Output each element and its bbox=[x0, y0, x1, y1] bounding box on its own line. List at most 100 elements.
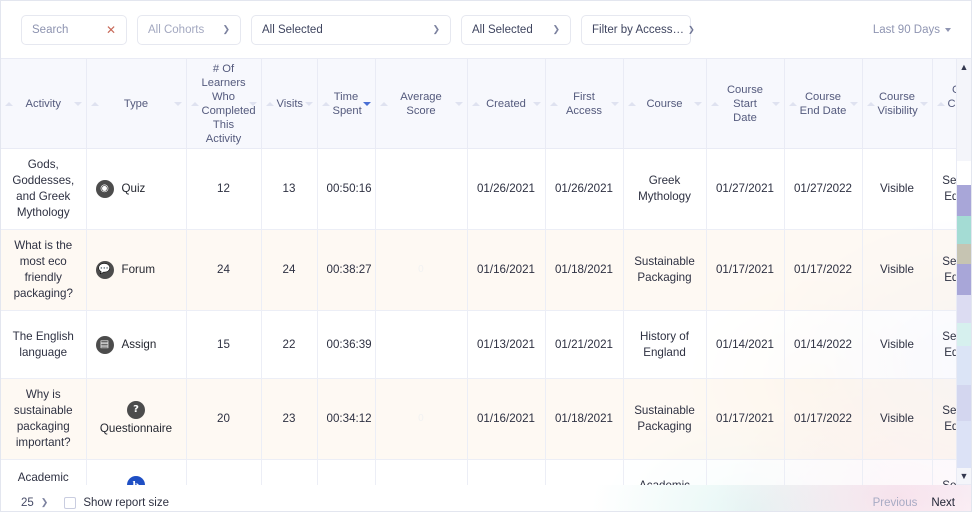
sort-descending-icon[interactable] bbox=[694, 102, 702, 106]
sort-descending-icon[interactable] bbox=[249, 102, 257, 106]
table-header: Activity Type# Of Learners Who Completed … bbox=[1, 59, 956, 149]
cell-first-access: 01/21/2021 bbox=[545, 311, 623, 379]
search-input[interactable]: Search ✕ bbox=[21, 15, 127, 45]
table-row[interactable]: Why is sustainable packaging important??… bbox=[1, 379, 956, 460]
cell-course-end-date: 01/14/2022 bbox=[784, 311, 862, 379]
assign-icon: ▤ bbox=[96, 336, 114, 354]
table-row[interactable]: Gods, Goddesses, and Greek Mythology◉Qui… bbox=[1, 149, 956, 230]
column-header-activity[interactable]: Activity bbox=[1, 59, 86, 149]
sort-ascending-icon[interactable] bbox=[91, 102, 99, 106]
cell-time-spent: 00:36:39 bbox=[317, 311, 375, 379]
chevron-down-icon[interactable]: ▼ bbox=[960, 468, 969, 484]
select-2-dropdown[interactable]: All Selected ❯ bbox=[461, 15, 571, 45]
cell-course-end-date: 01/17/2022 bbox=[784, 230, 862, 311]
sort-ascending-icon[interactable] bbox=[550, 102, 558, 106]
sort-descending-icon[interactable] bbox=[74, 102, 82, 106]
sort-descending-icon[interactable] bbox=[850, 102, 858, 106]
table-row[interactable]: What is the most eco friendly packaging?… bbox=[1, 230, 956, 311]
cell-time-spent: 00:38:27 bbox=[317, 230, 375, 311]
sort-descending-icon[interactable] bbox=[455, 102, 463, 106]
table-row[interactable]: Academic English Groupbbigbluebuttonbn22… bbox=[1, 460, 956, 486]
cell-visits: 13 bbox=[261, 149, 317, 230]
chevron-down-icon: ❯ bbox=[41, 498, 49, 507]
column-header-course[interactable]: Course bbox=[623, 59, 706, 149]
chevron-down-icon: ❯ bbox=[222, 25, 230, 34]
type-label: Forum bbox=[122, 262, 156, 278]
vertical-scrollbar[interactable]: ▲ ▼ bbox=[956, 58, 971, 485]
sort-ascending-icon[interactable] bbox=[711, 102, 719, 106]
column-header-type[interactable]: Type bbox=[86, 59, 186, 149]
column-header-time-spent[interactable]: Time Spent bbox=[317, 59, 375, 149]
questionnaire-icon: ? bbox=[127, 401, 145, 419]
scrollbar-segment bbox=[957, 244, 971, 264]
sort-descending-icon[interactable] bbox=[363, 102, 371, 106]
column-header-created[interactable]: Created bbox=[467, 59, 545, 149]
sort-ascending-icon[interactable] bbox=[322, 102, 330, 106]
checkbox-icon[interactable] bbox=[64, 497, 76, 509]
next-page-button[interactable]: Next bbox=[931, 497, 955, 509]
cell-course-start-date: 01/16/2021 bbox=[706, 460, 784, 486]
table-row[interactable]: The English language▤Assign152200:36:397… bbox=[1, 311, 956, 379]
sort-ascending-icon[interactable] bbox=[472, 102, 480, 106]
cell-time-spent: 00:50:16 bbox=[317, 149, 375, 230]
column-header-average-score[interactable]: Average Score bbox=[375, 59, 467, 149]
column-header-label: Activity bbox=[7, 97, 80, 111]
cell-visits: 23 bbox=[261, 379, 317, 460]
show-report-size-toggle[interactable]: Show report size bbox=[64, 497, 169, 509]
sort-descending-icon[interactable] bbox=[920, 102, 928, 106]
column-header-label: Course Visibility bbox=[869, 90, 926, 118]
sort-ascending-icon[interactable] bbox=[937, 102, 945, 106]
column-header-course-start-date[interactable]: Course Start Date bbox=[706, 59, 784, 149]
scrollbar-track[interactable] bbox=[957, 75, 971, 468]
cohorts-dropdown[interactable]: All Cohorts ❯ bbox=[137, 15, 241, 45]
quiz-icon: ◉ bbox=[96, 180, 114, 198]
cell-visits: 24 bbox=[261, 230, 317, 311]
access-filter-dropdown[interactable]: Filter by Access… ❯ bbox=[581, 15, 691, 45]
column-header-label: Created bbox=[474, 97, 539, 111]
type-label: Questionnaire bbox=[96, 421, 177, 437]
date-range-selector[interactable]: Last 90 Days bbox=[873, 24, 955, 36]
select-1-dropdown[interactable]: All Selected ❯ bbox=[251, 15, 451, 45]
cell-course-start-date: 01/14/2021 bbox=[706, 311, 784, 379]
sort-descending-icon[interactable] bbox=[174, 102, 182, 106]
cell-course-end-date: 01/16/2022 bbox=[784, 460, 862, 486]
column-header-course-end-date[interactable]: Course End Date bbox=[784, 59, 862, 149]
sort-ascending-icon[interactable] bbox=[266, 102, 274, 106]
cell-created: 01/15/2021 bbox=[467, 460, 545, 486]
sort-ascending-icon[interactable] bbox=[867, 102, 875, 106]
column-header-of-learners-who-completed-this-activity[interactable]: # Of Learners Who Completed This Activit… bbox=[186, 59, 261, 149]
cell-course: Greek Mythology bbox=[623, 149, 706, 230]
chevron-up-icon[interactable]: ▲ bbox=[960, 59, 969, 75]
cell-visits: 22 bbox=[261, 311, 317, 379]
sort-ascending-icon[interactable] bbox=[191, 102, 199, 106]
filter-toolbar: Search ✕ All Cohorts ❯ All Selected ❯ Al… bbox=[1, 1, 971, 58]
sort-ascending-icon[interactable] bbox=[789, 102, 797, 106]
close-icon[interactable]: ✕ bbox=[100, 23, 116, 37]
cell-average-score: 78 bbox=[375, 311, 467, 379]
page-size-dropdown[interactable]: 25 ❯ bbox=[21, 497, 48, 509]
sort-descending-icon[interactable] bbox=[772, 102, 780, 106]
sort-descending-icon[interactable] bbox=[611, 102, 619, 106]
sort-descending-icon[interactable] bbox=[533, 102, 541, 106]
cell-created: 01/16/2021 bbox=[467, 379, 545, 460]
cell-created: 01/13/2021 bbox=[467, 311, 545, 379]
sort-ascending-icon[interactable] bbox=[5, 102, 13, 106]
column-header-first-access[interactable]: First Access bbox=[545, 59, 623, 149]
report-grid: Activity Type# Of Learners Who Completed … bbox=[1, 58, 956, 485]
cell-course-category: Secondary Education bbox=[932, 379, 956, 460]
cell-course-category: Secondary Education bbox=[932, 311, 956, 379]
column-header-visits[interactable]: Visits bbox=[261, 59, 317, 149]
scrollbar-segment bbox=[957, 264, 971, 295]
cell-visits: 21 bbox=[261, 460, 317, 486]
sort-ascending-icon[interactable] bbox=[628, 102, 636, 106]
select-2-label: All Selected bbox=[472, 24, 533, 36]
sort-ascending-icon[interactable] bbox=[380, 102, 388, 106]
previous-page-button[interactable]: Previous bbox=[873, 497, 918, 509]
chevron-down-icon: ❯ bbox=[552, 25, 560, 34]
cell-first-access: 01/17/2021 bbox=[545, 460, 623, 486]
cell-type: ▤Assign bbox=[86, 311, 186, 379]
column-header-course-visibility[interactable]: Course Visibility bbox=[862, 59, 932, 149]
column-header-course-category-name[interactable]: Course Category Name bbox=[932, 59, 956, 149]
cell-average-score: 0 bbox=[375, 460, 467, 486]
sort-descending-icon[interactable] bbox=[305, 102, 313, 106]
